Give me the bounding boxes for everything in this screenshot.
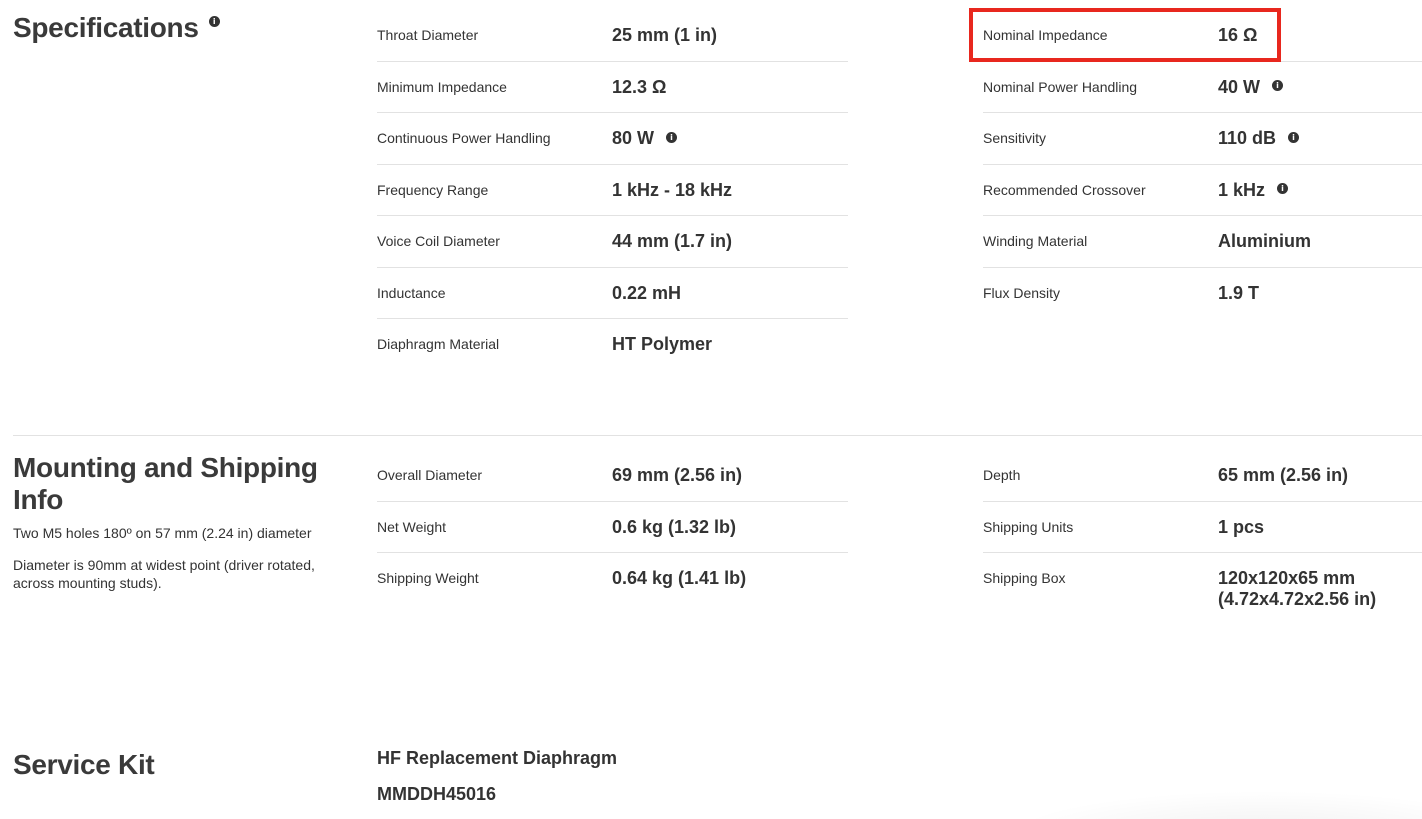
spec-value: 0.6 kg (1.32 lb): [612, 516, 737, 537]
spec-label: Net Weight: [377, 518, 446, 535]
spec-label: Shipping Box: [983, 570, 1066, 586]
spec-label: Shipping Weight: [377, 570, 479, 586]
floating-shadow: [1000, 790, 1422, 819]
spec-value-text: 1 kHz: [1218, 179, 1266, 200]
mounting-title: Mounting and Shipping Info: [13, 452, 318, 516]
mounting-note: Diameter is 90mm at widest point (driver…: [13, 557, 315, 591]
spec-label: Depth: [983, 467, 1021, 483]
highlight-box: [969, 8, 1281, 62]
spec-value: 69 mm (2.56 in): [612, 465, 743, 485]
specifications-title-text: Specifications: [13, 12, 199, 43]
spec-row-minimum-impedance: Minimum Impedance 12.3 Ω: [377, 62, 848, 113]
service-kit-title: Service Kit: [13, 749, 155, 780]
mount-row-net-weight: Net Weight 0.6 kg (1.32 lb): [377, 502, 848, 553]
spec-label: Flux Density: [983, 284, 1061, 301]
mounting-title-line1: Mounting and Shipping: [13, 452, 318, 483]
spec-value-with-info: 40 W i: [1218, 62, 1284, 113]
info-icon[interactable]: i: [1277, 183, 1289, 195]
spec-row-flux-density: Flux Density 1.9 T: [983, 268, 1422, 320]
mount-row-shipping-box: Shipping Box 120x120x65 mm (4.72x4.72x2.…: [983, 553, 1422, 609]
mount-row-overall-diameter: Overall Diameter 69 mm (2.56 in): [377, 450, 848, 502]
spec-value: 44 mm (1.7 in): [612, 231, 733, 251]
spec-label: Winding Material: [983, 233, 1088, 249]
mount-row-shipping-units: Shipping Units 1 pcs: [983, 502, 1422, 553]
mounting-left-column: Overall Diameter 69 mm (2.56 in) Net Wei…: [377, 450, 848, 605]
spec-row-recommended-crossover: Recommended Crossover 1 kHz i: [983, 165, 1422, 216]
service-item-name: HF Replacement Diaphragm: [377, 748, 618, 768]
mounting-right-column: Depth 65 mm (2.56 in) Shipping Units 1 p…: [983, 450, 1422, 609]
spec-value-with-info: 110 dB i: [1218, 113, 1300, 164]
section-divider: [13, 435, 1422, 436]
spec-value: HT Polymer: [612, 334, 713, 354]
spec-value-with-info: 80 W i: [612, 113, 678, 164]
specifications-left-column: Throat Diameter 25 mm (1 in) Minimum Imp…: [377, 10, 848, 371]
spec-label: Throat Diameter: [377, 27, 479, 43]
spec-value: 12.3 Ω: [612, 76, 667, 97]
spec-label: Voice Coil Diameter: [377, 233, 500, 249]
spec-row-nominal-power-handling: Nominal Power Handling 40 W i: [983, 62, 1422, 113]
spec-value: Aluminium: [1218, 231, 1311, 251]
spec-value: 65 mm (2.56 in): [1218, 465, 1349, 485]
service-item-code: MMDDH45016: [377, 784, 497, 804]
mounting-note: Two M5 holes 180º on 57 mm (2.24 in) dia…: [13, 525, 312, 541]
spec-label: Continuous Power Handling: [377, 130, 551, 146]
info-icon[interactable]: i: [208, 16, 220, 28]
spec-value: 25 mm (1 in): [612, 25, 718, 45]
spec-label: Minimum Impedance: [377, 78, 507, 95]
spec-label: Nominal Power Handling: [983, 78, 1138, 95]
spec-value: 1 pcs: [1218, 516, 1265, 537]
spec-value-multiline: 120x120x65 mm (4.72x4.72x2.56 in): [1218, 553, 1376, 609]
spec-value: 0.64 kg (1.41 lb): [612, 568, 747, 588]
spec-row-continuous-power-handling: Continuous Power Handling 80 W i: [377, 113, 848, 165]
spec-row-inductance: Inductance 0.22 mH: [377, 268, 848, 319]
spec-row-winding-material: Winding Material Aluminium: [983, 216, 1422, 268]
spec-row-frequency-range: Frequency Range 1 kHz - 18 kHz: [377, 165, 848, 216]
spec-value-with-info: 1 kHz i: [1218, 165, 1289, 216]
spec-row-diaphragm-material: Diaphragm Material HT Polymer: [377, 319, 848, 371]
spec-row-sensitivity: Sensitivity 110 dB i: [983, 113, 1422, 165]
spec-label: Frequency Range: [377, 181, 489, 198]
mounting-title-line2: Info: [13, 484, 64, 515]
info-icon[interactable]: i: [1272, 80, 1284, 92]
mount-row-shipping-weight: Shipping Weight 0.64 kg (1.41 lb): [377, 553, 848, 605]
spec-row-throat-diameter: Throat Diameter 25 mm (1 in): [377, 10, 848, 62]
spec-label: Shipping Units: [983, 518, 1074, 535]
spec-value: 0.22 mH: [612, 282, 682, 303]
spec-label: Diaphragm Material: [377, 336, 500, 352]
mount-row-depth: Depth 65 mm (2.56 in): [983, 450, 1422, 502]
spec-value-line: (4.72x4.72x2.56 in): [1218, 589, 1377, 609]
info-icon[interactable]: i: [1288, 131, 1300, 143]
spec-label: Recommended Crossover: [983, 181, 1146, 198]
spec-value-text: 80 W: [612, 128, 655, 148]
spec-value: 1 kHz - 18 kHz: [612, 179, 733, 200]
spec-value: 1.9 T: [1218, 282, 1260, 303]
spec-value-text: 40 W: [1218, 76, 1261, 97]
spec-row-voice-coil-diameter: Voice Coil Diameter 44 mm (1.7 in): [377, 216, 848, 268]
info-icon[interactable]: i: [666, 131, 678, 143]
spec-label: Overall Diameter: [377, 467, 483, 483]
spec-value-text: 110 dB: [1218, 128, 1277, 148]
spec-label: Inductance: [377, 284, 446, 301]
spec-label: Sensitivity: [983, 130, 1047, 146]
specifications-title: Specifications i: [13, 12, 220, 44]
spec-value-line: 120x120x65 mm: [1218, 568, 1356, 588]
